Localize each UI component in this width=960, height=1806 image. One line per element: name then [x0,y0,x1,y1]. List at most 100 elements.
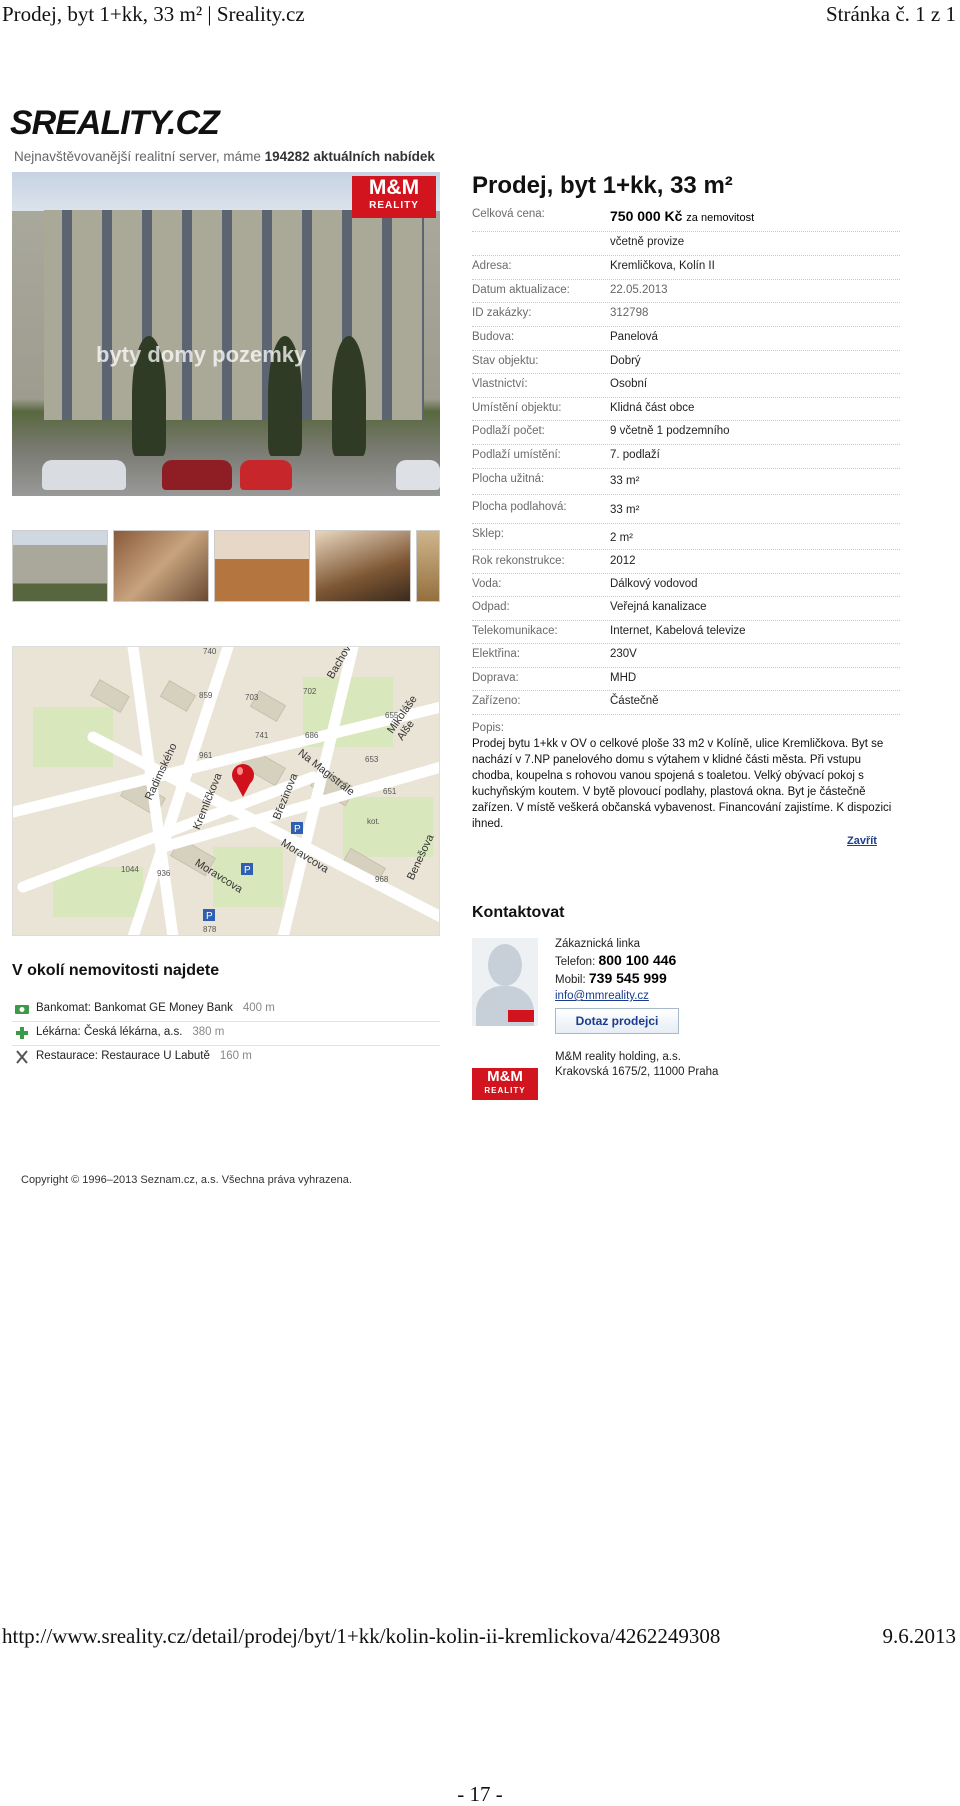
detail-value: 2012 [610,555,636,567]
detail-row: Podlaží umístění: 7. podlaží [472,445,900,469]
thumbnail[interactable] [214,530,310,602]
nearby-item-text: Bankomat: Bankomat GE Money Bank 400 m [36,1002,275,1014]
close-link[interactable]: Zavřít [847,835,877,847]
avatar-head [488,944,522,986]
nearby-list: Bankomat: Bankomat GE Money Bank 400 m Lé… [12,998,440,1070]
phone-row: Telefon: 800 100 446 [555,952,676,970]
nearby-item-name: Lékárna: Česká lékárna, a.s. [36,1026,183,1038]
map-house-number: 686 [305,731,319,740]
map-house-number: kot. [367,817,380,826]
agency-logo[interactable]: M&M REALITY [472,1068,538,1100]
agency-badge-line1: M&M [368,176,420,199]
map-house-number: 655 [385,711,399,720]
thumbnail[interactable] [12,530,108,602]
agency-badge-line2: REALITY [369,200,419,211]
detail-value: 9 včetně 1 podzemního [610,425,730,437]
detail-row: Adresa: Kremličkova, Kolín II [472,256,900,280]
detail-row: Budova: Panelová [472,327,900,351]
email-link[interactable]: info@mmreality.cz [555,990,649,1002]
svg-text:P: P [206,911,213,922]
ask-seller-button[interactable]: Dotaz prodejci [555,1008,679,1034]
detail-row: Datum aktualizace: 22.05.2013 [472,280,900,303]
detail-row: Vlastnictví: Osobní [472,374,900,398]
nearby-item-text: Lékárna: Česká lékárna, a.s. 380 m [36,1026,224,1038]
nearby-heading: V okolí nemovitosti najdete [12,962,220,979]
detail-label: Celková cena: [472,208,545,220]
detail-value-price: 750 000 Kč za nemovitost [610,208,754,224]
detail-label: Plocha podlahová: [472,501,567,513]
map-house-number: 702 [303,687,317,696]
detail-row: Voda: Dálkový vodovod [472,574,900,597]
print-header-page: Stránka č. 1 z 1 [825,2,956,26]
detail-label: ID zakázky: [472,307,532,319]
sreality-logo[interactable]: SREALITY.CZ [10,104,220,143]
detail-label: Sklep: [472,528,504,540]
photo-car [42,460,126,490]
site-tagline: Nejnavštěvovanější realitní server, máme… [14,149,435,164]
phone-number: 800 100 446 [598,952,677,968]
detail-label: Voda: [472,578,502,590]
thumbnail[interactable] [113,530,209,602]
detail-row-price-note: včetně provize [472,232,900,256]
pharmacy-icon [16,1027,28,1039]
detail-label: Odpad: [472,601,510,613]
listing-details: Celková cena: 750 000 Kč za nemovitost v… [472,208,900,715]
print-header: Prodej, byt 1+kk, 33 m² | Sreality.cz St… [0,2,960,28]
detail-label: Doprava: [472,672,519,684]
detail-label: Podlaží počet: [472,425,545,437]
nearby-item[interactable]: Lékárna: Česká lékárna, a.s. 380 m [12,1022,440,1046]
nearby-item-distance: 380 m [192,1026,225,1038]
agency-badge: M&M REALITY [352,176,436,218]
main-photo[interactable]: byty domy pozemky M&M REALITY [12,172,440,496]
detail-label: Adresa: [472,260,512,272]
detail-label: Elektřina: [472,648,520,660]
location-map[interactable]: P P P Radimského Kremličkova Březinova N… [12,646,440,936]
contact-heading: Kontaktovat [472,904,565,921]
thumbnail[interactable] [416,530,440,602]
photo-watermark: byty domy pozemky [96,342,307,367]
thumbnail[interactable] [315,530,411,602]
detail-label: Datum aktualizace: [472,284,570,296]
detail-label: Umístění objektu: [472,402,562,414]
detail-label: Stav objektu: [472,355,539,367]
detail-value: 33 m² [610,475,640,487]
photo-building [44,210,424,420]
detail-value: Dálkový vodovod [610,578,698,590]
nearby-item-name: Restaurace: Restaurace U Labutě [36,1050,210,1062]
detail-label: Telekomunikace: [472,625,558,637]
detail-value: Panelová [610,331,658,343]
detail-label: Budova: [472,331,515,343]
detail-label: Rok rekonstrukce: [472,555,565,567]
map-house-number: 651 [383,787,397,796]
detail-value: Osobní [610,378,648,390]
detail-row: Doprava: MHD [472,668,900,691]
detail-value: Dobrý [610,355,641,367]
detail-value: Internet, Kabelová televize [610,625,746,637]
print-footer-date: 9.6.2013 [882,1624,957,1648]
detail-row-price: Celková cena: 750 000 Kč za nemovitost [472,208,900,232]
detail-value: Kremličkova, Kolín II [610,260,715,272]
map-house-number: 1044 [121,865,139,874]
description-block: Popis: Prodej bytu 1+kk v OV o celkové p… [472,722,900,832]
restaurant-icon [16,1050,28,1064]
phone-label: Telefon: [555,956,596,968]
mobile-row: Mobil: 739 545 999 [555,970,676,988]
photo-car [240,460,292,490]
nearby-item[interactable]: Restaurace: Restaurace U Labutě 160 m [12,1046,440,1070]
detail-row: Sklep: 2 m² [472,524,900,550]
nearby-item[interactable]: Bankomat: Bankomat GE Money Bank 400 m [12,998,440,1022]
svg-text:P: P [294,824,301,835]
map-graphic: P P P [13,647,439,935]
detail-row: Podlaží počet: 9 včetně 1 podzemního [472,421,900,445]
detail-row: Telekomunikace: Internet, Kabelová televi… [472,621,900,644]
listing-title: Prodej, byt 1+kk, 33 m² [472,172,733,199]
detail-value: 7. podlaží [610,449,660,461]
copyright: Copyright © 1996–2013 Seznam.cz, a.s. Vš… [21,1174,352,1186]
detail-value: 22.05.2013 [610,284,668,296]
atm-icon [15,1005,29,1014]
svg-text:P: P [244,865,251,876]
price-value: 750 000 Kč [610,208,683,224]
photo-tree [332,336,366,456]
page-number: - 17 - [457,1782,503,1806]
detail-value: Klidná část obce [610,402,695,414]
